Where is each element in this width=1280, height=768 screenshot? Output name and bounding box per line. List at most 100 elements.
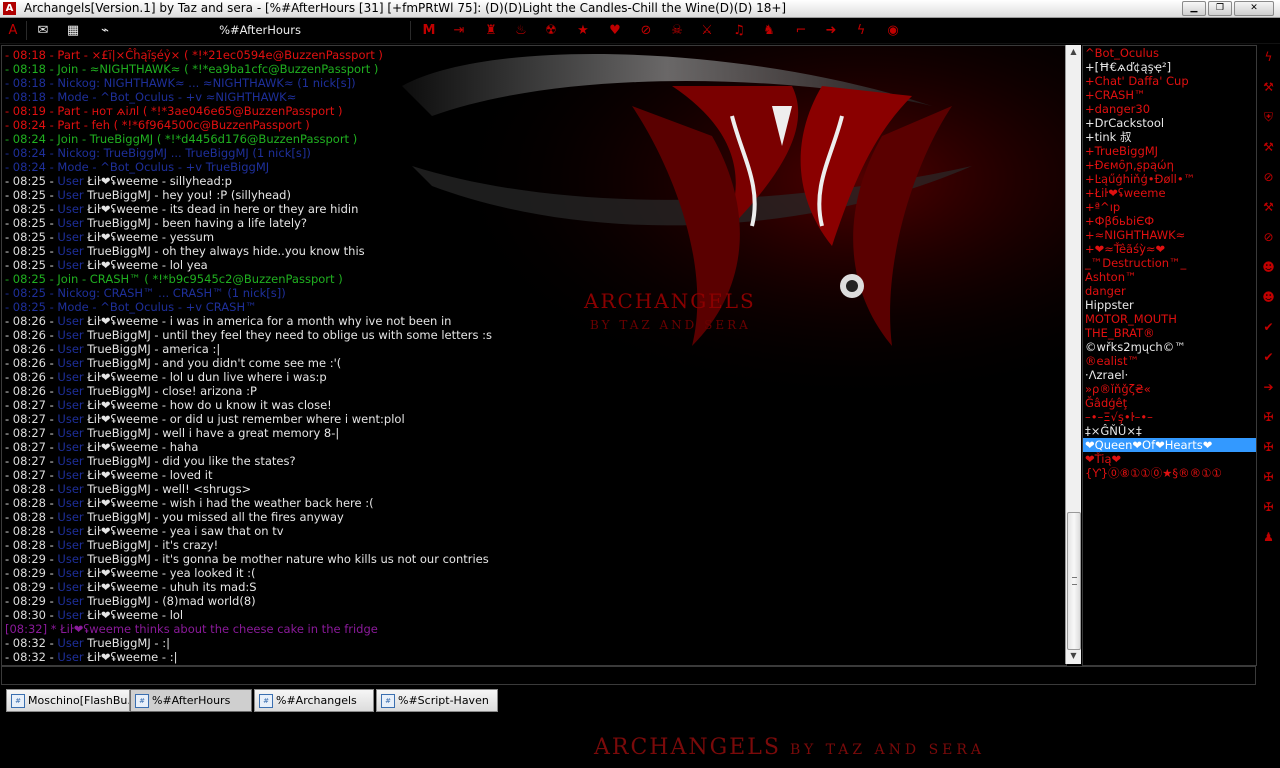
chat-nick[interactable]: TrueBiggMJ xyxy=(87,342,150,356)
nick-list[interactable]: ^Bot_Oculus +[Ħ€ѧď¢ąşҿ²] +Chat' Daffa' Cup… xyxy=(1082,45,1257,666)
chat-nick[interactable]: TrueBiggMJ xyxy=(87,216,150,230)
hammer-icon[interactable]: ⚒ xyxy=(1260,79,1277,96)
nick-list-item[interactable]: +ª^ıp xyxy=(1083,200,1256,214)
nick-list-item[interactable]: –•–Ξ√ş•ŀ–•– xyxy=(1083,410,1256,424)
chat-nick[interactable]: Łiŀ❤ʢweeme xyxy=(87,566,158,580)
music-icon[interactable]: ♫ xyxy=(730,22,748,39)
arrow-icon[interactable]: ➔ xyxy=(1260,379,1277,396)
hat-icon[interactable]: ♜ xyxy=(482,22,500,39)
chat-nick[interactable]: TrueBiggMJ xyxy=(87,482,150,496)
chart-icon[interactable]: ⌁ xyxy=(96,22,114,39)
gun-icon[interactable]: ⌐ xyxy=(792,22,810,39)
scroll-up-icon[interactable]: ▲ xyxy=(1066,45,1081,59)
switchbar-button[interactable]: # %#Archangels xyxy=(254,689,374,712)
shield-icon[interactable]: ⛨ xyxy=(1260,109,1277,126)
message-input[interactable] xyxy=(1,666,1256,685)
chat-nick[interactable]: TrueBiggMJ xyxy=(87,426,150,440)
app-icon[interactable]: A xyxy=(3,2,16,15)
horse-icon[interactable]: ♞ xyxy=(760,22,778,39)
chat-nick[interactable]: TrueBiggMJ xyxy=(87,538,150,552)
chat-nick[interactable]: Łiŀ❤ʢweeme xyxy=(87,202,158,216)
nick-list-item[interactable]: ®ealist™ xyxy=(1083,354,1256,368)
nick-list-item[interactable]: +❤≈Ťêãśỳ≈❤ xyxy=(1083,242,1256,256)
archangels-logo-icon[interactable]: A xyxy=(4,22,22,39)
hammer-icon[interactable]: ⚒ xyxy=(1260,139,1277,156)
restore-icon[interactable]: ❐ xyxy=(1208,1,1232,16)
nick-list-item[interactable]: {Ƴ}⓪⑧①①⓪★§®®①① xyxy=(1083,466,1256,480)
cross-icon[interactable]: ✠ xyxy=(1260,439,1277,456)
heart-icon[interactable]: ♥ xyxy=(606,22,624,39)
image-icon[interactable]: ▦ xyxy=(64,22,82,39)
nick-list-item[interactable]: +Chat' Daffa' Cup xyxy=(1083,74,1256,88)
check-icon[interactable]: ✔ xyxy=(1260,349,1277,366)
chat-nick[interactable]: Łiŀ❤ʢweeme xyxy=(87,580,158,594)
active-channel-tab[interactable]: %#AfterHours xyxy=(120,21,400,40)
chat-nick[interactable]: Łiŀ❤ʢweeme xyxy=(87,174,158,188)
nick-list-item[interactable]: +CRASH™ xyxy=(1083,88,1256,102)
nick-list-item[interactable]: ·Λzrael· xyxy=(1083,368,1256,382)
chat-nick[interactable]: Łiŀ❤ʢweeme xyxy=(87,496,158,510)
face-icon[interactable]: ☻ xyxy=(1260,259,1277,276)
chat-nick[interactable]: TrueBiggMJ xyxy=(87,510,150,524)
nick-list-item[interactable]: »ρ®ǐňǧζ₴« xyxy=(1083,382,1256,396)
nick-list-item[interactable]: +[Ħ€ѧď¢ąşҿ²] xyxy=(1083,60,1256,74)
nick-list-item[interactable]: ‡×ĜŇÛ×‡ xyxy=(1083,424,1256,438)
chat-nick[interactable]: TrueBiggMJ xyxy=(87,552,150,566)
chat-nick[interactable]: Łiŀ❤ʢweeme xyxy=(87,412,158,426)
chat-nick[interactable]: TrueBiggMJ xyxy=(87,356,150,370)
nick-list-item[interactable]: +tink 叔 xyxy=(1083,130,1256,144)
minimize-icon[interactable]: ▁ xyxy=(1182,1,1206,16)
nick-list-item[interactable]: ©wřks2ɱųch©™ xyxy=(1083,340,1256,354)
record-icon[interactable]: ◉ xyxy=(884,22,902,39)
nick-list-item[interactable]: danger xyxy=(1083,284,1256,298)
close-icon[interactable]: ✕ xyxy=(1234,1,1274,16)
chat-nick[interactable]: TrueBiggMJ xyxy=(87,188,150,202)
skull-icon[interactable]: ☠ xyxy=(668,22,686,39)
scroll-down-icon[interactable]: ▼ xyxy=(1066,649,1081,663)
nick-list-item[interactable]: +TrueBiggMJ xyxy=(1083,144,1256,158)
lightning-icon[interactable]: ϟ xyxy=(1260,49,1277,66)
switchbar-button[interactable]: # %#AfterHours xyxy=(130,689,252,712)
nick-list-item[interactable]: _™Destruction™_ xyxy=(1083,256,1256,270)
nick-list-item[interactable]: +DrCackstool xyxy=(1083,116,1256,130)
nick-list-item[interactable]: THE_BRAT® xyxy=(1083,326,1256,340)
check-icon[interactable]: ✔ xyxy=(1260,319,1277,336)
chat-nick[interactable]: Łiŀ❤ʢweeme xyxy=(87,314,158,328)
nick-list-item[interactable]: Ashton™ xyxy=(1083,270,1256,284)
chat-nick[interactable]: TrueBiggMJ xyxy=(87,384,150,398)
nick-list-item[interactable]: +Ŀąűģhiňģ•Ðøll•™ xyxy=(1083,172,1256,186)
nick-list-item[interactable]: +ФβбьbіЄФ xyxy=(1083,214,1256,228)
nick-list-item[interactable]: MOTOR_MOUTH xyxy=(1083,312,1256,326)
switchbar-button[interactable]: # %#Script-Haven xyxy=(376,689,498,712)
nick-list-item[interactable]: Hippster xyxy=(1083,298,1256,312)
chat-nick[interactable]: Łiŀ❤ʢweeme xyxy=(87,230,158,244)
star-icon[interactable]: ★ xyxy=(574,22,592,39)
chat-nick[interactable]: TrueBiggMJ xyxy=(87,454,150,468)
nick-list-item[interactable]: Ğâdģêţ xyxy=(1083,396,1256,410)
chat-scrollbar[interactable]: ▲ ▼ xyxy=(1065,45,1081,664)
chat-nick[interactable]: TrueBiggMJ xyxy=(87,244,150,258)
nick-list-item[interactable]: +≈NIGHTHAWK≈ xyxy=(1083,228,1256,242)
bolt-icon[interactable]: ϟ xyxy=(852,22,870,39)
chat-nick[interactable]: Łiŀ❤ʢweeme xyxy=(87,440,158,454)
face-icon[interactable]: ☻ xyxy=(1260,289,1277,306)
cross-icon[interactable]: ✠ xyxy=(1260,499,1277,516)
chat-nick[interactable]: Łiŀ❤ʢweeme xyxy=(87,650,158,664)
nick-list-item[interactable]: +danger30 xyxy=(1083,102,1256,116)
scroll-thumb[interactable] xyxy=(1067,512,1081,650)
chat-window[interactable]: ARCHANGELS BY TAZ AND SERA - 08:18 - Par… xyxy=(1,45,1067,666)
chat-nick[interactable]: Łiŀ❤ʢweeme xyxy=(87,468,158,482)
switchbar-button[interactable]: # Moschino[FlashBu... xyxy=(6,689,130,712)
chat-nick[interactable]: Łiŀ❤ʢweeme xyxy=(87,258,158,272)
chat-nick[interactable]: TrueBiggMJ xyxy=(87,594,150,608)
nick-list-item[interactable]: ^Bot_Oculus xyxy=(1083,46,1256,60)
chat-nick[interactable]: Łiŀ❤ʢweeme xyxy=(87,524,158,538)
chat-nick[interactable]: Łiŀ❤ʢweeme xyxy=(87,608,158,622)
nick-list-item[interactable]: ❤Queen❤Of❤Hearts❤ xyxy=(1083,438,1256,452)
cross-icon[interactable]: ✠ xyxy=(1260,409,1277,426)
mail-icon[interactable]: ✉ xyxy=(34,22,52,39)
chat-nick[interactable]: TrueBiggMJ xyxy=(87,328,150,342)
chat-nick[interactable]: Łiŀ❤ʢweeme xyxy=(87,370,158,384)
ban-icon[interactable]: ⊘ xyxy=(1260,229,1277,246)
ban-icon[interactable]: ⊘ xyxy=(1260,169,1277,186)
